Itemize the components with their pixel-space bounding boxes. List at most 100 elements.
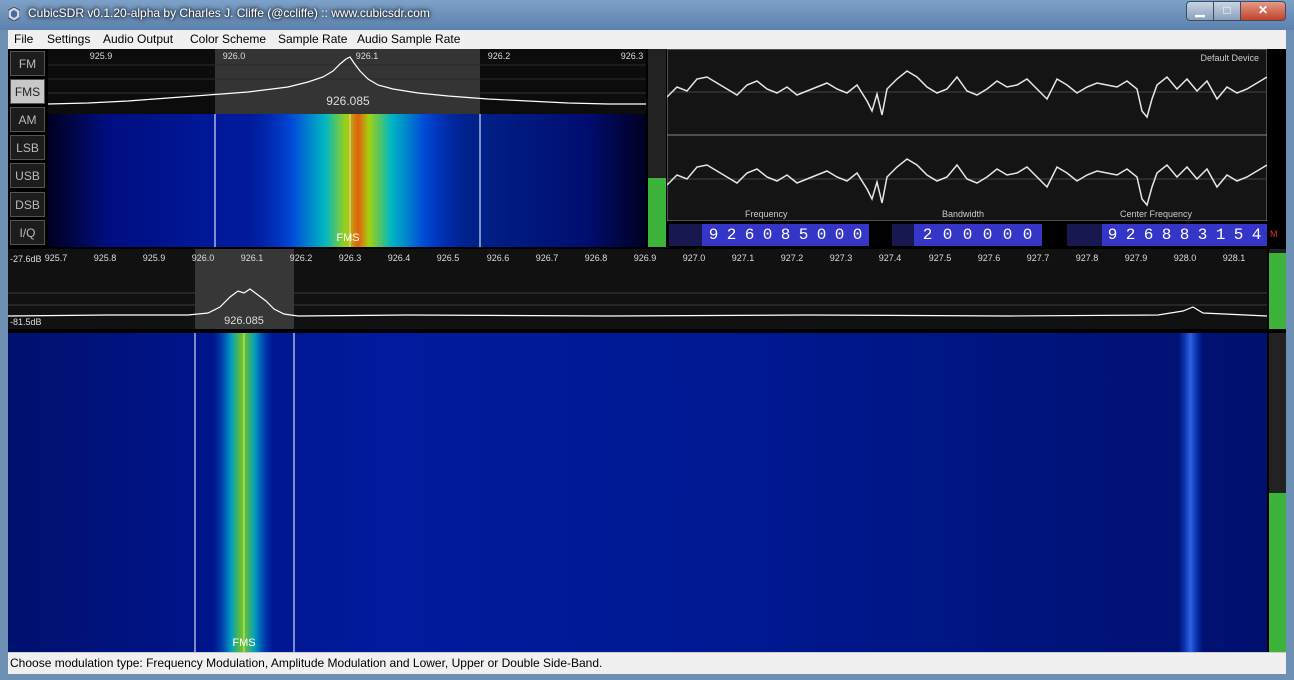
close-button[interactable]: ✕	[1240, 1, 1286, 21]
demod-waterfall[interactable]: FMS	[48, 114, 646, 247]
center-frequency-digit[interactable]: 9	[1105, 224, 1120, 246]
demod-spectrum[interactable]: 925.9 926.0 926.1 926.2 926.3 926.085	[48, 49, 646, 114]
demod-tick-label: 926.0	[222, 51, 246, 61]
frequency-digit[interactable]: 0	[832, 224, 847, 246]
main-tick-label: 927.5	[928, 253, 952, 263]
main-tick-label: 927.8	[1075, 253, 1099, 263]
demod-waterfall-plot	[214, 114, 481, 247]
bandwidth-digit[interactable]: 0	[940, 224, 955, 246]
demod-tick-label: 926.1	[355, 51, 379, 61]
spectrum-level-fill	[1269, 253, 1286, 329]
status-bar: Choose modulation type: Frequency Modula…	[8, 652, 1286, 674]
main-tick-label: 926.0	[191, 253, 215, 263]
mode-selector: FM FMS AM LSB USB DSB I/Q	[8, 49, 48, 247]
frequency-digit[interactable]: 5	[796, 224, 811, 246]
waterfall-level-fill	[1269, 492, 1286, 652]
main-tick-label: 926.7	[535, 253, 559, 263]
mode-usb-button[interactable]: USB	[10, 163, 45, 188]
main-tick-label: 928.0	[1173, 253, 1197, 263]
menu-audio-output[interactable]: Audio Output	[103, 32, 173, 46]
main-tick-label: 925.9	[142, 253, 166, 263]
mode-fm-button[interactable]: FM	[10, 51, 45, 76]
frequency-digit[interactable]: 0	[760, 224, 775, 246]
bandwidth-digit[interactable]: 0	[1020, 224, 1035, 246]
frequency-digit[interactable]: 2	[724, 224, 739, 246]
demod-tick-label: 926.2	[487, 51, 511, 61]
frequency-caption: Frequency	[745, 209, 788, 219]
center-frequency-digit[interactable]: 8	[1177, 224, 1192, 246]
center-frequency-digit[interactable]: 2	[1123, 224, 1138, 246]
mode-lsb-button[interactable]: LSB	[10, 135, 45, 160]
bandwidth-digit[interactable]: 0	[980, 224, 995, 246]
main-tick-label: 926.3	[338, 253, 362, 263]
bandwidth-digit[interactable]: 0	[1000, 224, 1015, 246]
main-tick-label: 926.1	[240, 253, 264, 263]
mode-iq-button[interactable]: I/Q	[10, 220, 45, 245]
audio-scope: Default Device	[667, 49, 1267, 221]
main-waterfall[interactable]: FMS	[8, 333, 1267, 652]
waterfall-speed-meter[interactable]	[1269, 333, 1286, 652]
app-icon	[8, 7, 20, 21]
main-waterfall-marker: FMS	[232, 637, 256, 649]
main-tick-label: 926.5	[436, 253, 460, 263]
tuner-digits-row: 9 2 6 0 8 5 0 0 0 2 0 0 0 0 0 9 2 6 8 8 …	[667, 223, 1277, 247]
bandwidth-digit[interactable]: 0	[960, 224, 975, 246]
center-frequency-digits[interactable]: 9 2 6 8 8 3 1 5 4	[1067, 224, 1267, 246]
status-text: Choose modulation type: Frequency Modula…	[10, 656, 603, 670]
demod-tick-label: 926.3	[620, 51, 644, 61]
squelch-meter[interactable]	[648, 49, 666, 247]
bandwidth-digits[interactable]: 2 0 0 0 0 0	[892, 224, 1042, 246]
demod-tick-label: 925.9	[89, 51, 113, 61]
main-tick-label: 926.9	[633, 253, 657, 263]
menu-audio-sample-rate[interactable]: Audio Sample Rate	[357, 32, 460, 46]
menu-color-scheme[interactable]: Color Scheme	[190, 32, 266, 46]
main-tick-label: 925.7	[44, 253, 68, 263]
mode-fms-button[interactable]: FMS	[10, 79, 45, 104]
menu-file[interactable]: File	[14, 32, 33, 46]
menu-bar: File Settings Audio Output Color Scheme …	[8, 30, 1286, 49]
window-title: CubicSDR v0.1.20-alpha by Charles J. Cli…	[28, 6, 430, 20]
center-frequency-digit[interactable]: 5	[1231, 224, 1246, 246]
main-tick-label: 927.2	[780, 253, 804, 263]
spectrum-gain-meter[interactable]	[1269, 249, 1286, 329]
squelch-level-fill	[648, 177, 666, 247]
main-tick-label: 926.4	[387, 253, 411, 263]
center-frequency-caption: Center Frequency	[1120, 209, 1193, 219]
audio-scope-plot	[667, 49, 1267, 221]
center-frequency-digit[interactable]: 4	[1249, 224, 1264, 246]
db-bottom-label: -81.5dB	[10, 317, 42, 327]
maximize-button[interactable]: □	[1213, 1, 1241, 21]
title-bar[interactable]: CubicSDR v0.1.20-alpha by Charles J. Cli…	[0, 0, 1294, 30]
bandwidth-caption: Bandwidth	[942, 209, 985, 219]
main-tick-label: 926.6	[486, 253, 510, 263]
tuner-m-label[interactable]: M	[1270, 229, 1277, 239]
frequency-digit[interactable]: 0	[814, 224, 829, 246]
mode-am-button[interactable]: AM	[10, 107, 45, 132]
app-client-area: FM FMS AM LSB USB DSB I/Q 925.9 926.0 92…	[8, 49, 1286, 652]
main-tick-label: 927.1	[731, 253, 755, 263]
frequency-digits[interactable]: 9 2 6 0 8 5 0 0 0	[669, 224, 869, 246]
mode-dsb-button[interactable]: DSB	[10, 192, 45, 217]
device-label: Default Device	[1200, 53, 1259, 63]
center-frequency-digit[interactable]: 3	[1195, 224, 1210, 246]
main-tick-label: 926.8	[584, 253, 608, 263]
frequency-digit[interactable]: 8	[778, 224, 793, 246]
frequency-digit[interactable]: 9	[706, 224, 721, 246]
main-center-frequency-label: 926.085	[224, 315, 264, 327]
center-frequency-digit[interactable]: 6	[1141, 224, 1156, 246]
menu-sample-rate[interactable]: Sample Rate	[278, 32, 347, 46]
main-frequency-axis: 925.7 925.8 925.9 926.0 926.1 926.2 926.…	[8, 250, 1267, 268]
minimize-button[interactable]: ▁	[1186, 1, 1214, 21]
main-tick-label: 928.1	[1222, 253, 1246, 263]
frequency-digit[interactable]: 6	[742, 224, 757, 246]
center-frequency-digit[interactable]: 1	[1213, 224, 1228, 246]
menu-settings[interactable]: Settings	[47, 32, 90, 46]
main-tick-label: 927.4	[878, 253, 902, 263]
center-frequency-digit[interactable]: 8	[1159, 224, 1174, 246]
main-tick-label: 925.8	[93, 253, 117, 263]
main-tick-label: 927.9	[1124, 253, 1148, 263]
main-tick-label: 926.2	[289, 253, 313, 263]
bandwidth-digit[interactable]: 2	[920, 224, 935, 246]
demod-waterfall-marker: FMS	[336, 232, 360, 244]
frequency-digit[interactable]: 0	[850, 224, 865, 246]
